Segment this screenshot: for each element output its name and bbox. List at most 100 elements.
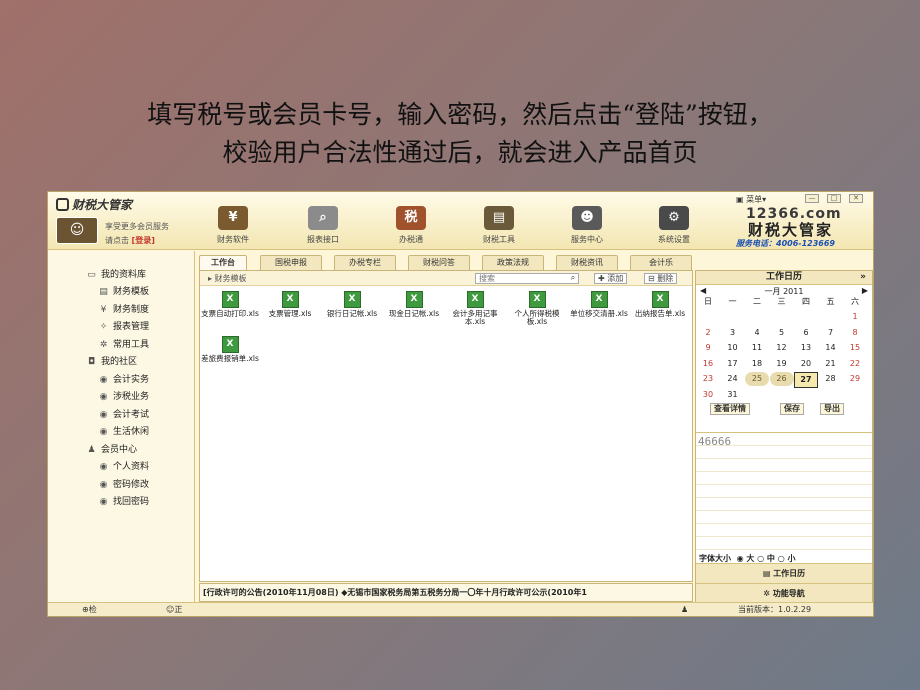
- calendar-day[interactable]: 8: [843, 326, 867, 340]
- calendar-day[interactable]: 18: [745, 357, 769, 371]
- font-size-label: 字体大小: [699, 554, 731, 563]
- radio-small[interactable]: ○ 小: [778, 554, 796, 563]
- toolbar-report-interface[interactable]: ⌕ 报表接口: [293, 206, 353, 245]
- calendar-day[interactable]: 14: [819, 341, 843, 355]
- calendar-day[interactable]: 28: [819, 372, 843, 386]
- sidebar-item-report-management[interactable]: ✧ 报表管理: [98, 319, 149, 332]
- calendar-day[interactable]: 23: [696, 372, 720, 386]
- status-bar: ⊕ 检查更新 ☺ 正在联网请求数据 ♟ 当前版本：1.0.2.29: [48, 602, 873, 616]
- calendar-day[interactable]: 6: [794, 326, 818, 340]
- search-input[interactable]: [475, 273, 579, 284]
- file-item[interactable]: X 支票自动打印.xls: [200, 291, 260, 318]
- sidebar-item-finance-templates[interactable]: ▤ 财务模板: [98, 284, 149, 297]
- export-button[interactable]: 导出: [820, 403, 844, 415]
- file-item[interactable]: X 现金日记帐.xls: [384, 291, 444, 318]
- sidebar-item-recover-password[interactable]: ◉ 找回密码: [98, 494, 149, 507]
- file-item[interactable]: X 银行日记帐.xls: [322, 291, 382, 318]
- calendar-day[interactable]: 11: [745, 341, 769, 355]
- tab-tax-qa[interactable]: 财税问答: [408, 255, 470, 270]
- sidebar-item-accounting-exam[interactable]: ◉ 会计考试: [98, 407, 149, 420]
- next-month-icon[interactable]: ▶: [862, 286, 868, 295]
- close-button[interactable]: ✕: [849, 194, 863, 203]
- tab-national-tax[interactable]: 国税申报: [260, 255, 322, 270]
- file-item[interactable]: X 差旅费报销单.xls: [200, 336, 260, 363]
- sidebar-item-my-community[interactable]: ◘ 我的社区: [86, 354, 137, 367]
- file-item[interactable]: X 单位移交清册.xls: [569, 291, 629, 318]
- radio-medium[interactable]: ○ 中: [757, 554, 775, 563]
- calendar-day[interactable]: 21: [819, 357, 843, 371]
- calendar-day[interactable]: 4: [745, 326, 769, 340]
- work-calendar-button[interactable]: ▤ 工作日历: [696, 563, 872, 583]
- calendar-day[interactable]: 30: [696, 388, 720, 402]
- calendar-day[interactable]: 16: [696, 357, 720, 371]
- view-detail-button[interactable]: 查看详情: [710, 403, 750, 415]
- calendar-day[interactable]: 24: [721, 372, 745, 386]
- sidebar-item-change-password[interactable]: ◉ 密码修改: [98, 477, 149, 490]
- save-button[interactable]: 保存: [780, 403, 804, 415]
- caption-line-2: 校验用户合法性通过后，就会进入产品首页: [222, 138, 698, 167]
- tab-tax-news[interactable]: 财税资讯: [556, 255, 618, 270]
- minimize-button[interactable]: —: [805, 194, 819, 203]
- sidebar-item-my-library[interactable]: ▭ 我的资料库: [86, 267, 146, 280]
- calendar-day[interactable]: 1: [843, 310, 867, 324]
- toolbar-finance-software[interactable]: ¥ 财务软件: [203, 206, 263, 245]
- calendar-day[interactable]: 26: [769, 372, 794, 386]
- file-name: 单位移交清册.xls: [570, 309, 628, 318]
- announcement-ticker[interactable]: [行政许可的公告(2010年11月08日) ◆无锡市国家税务局第五税务分局一〇年…: [199, 583, 693, 602]
- tab-policies[interactable]: 政策法规: [482, 255, 544, 270]
- sidebar-item-member-center[interactable]: ♟ 会员中心: [86, 442, 137, 455]
- calendar-day[interactable]: 2: [696, 326, 720, 340]
- calendar-day[interactable]: 29: [843, 372, 867, 386]
- sidebar-item-finance-rules[interactable]: ¥ 财务制度: [98, 302, 149, 315]
- sidebar-item-leisure[interactable]: ◉ 生活休闲: [98, 424, 149, 437]
- calendar-day[interactable]: 19: [770, 357, 794, 371]
- notes-area[interactable]: 46666: [696, 432, 872, 550]
- calendar-day[interactable]: 25: [745, 372, 769, 386]
- user-icon: ♟: [87, 445, 96, 455]
- function-nav-button[interactable]: ✲ 功能导航: [696, 583, 872, 603]
- expand-icon[interactable]: »: [860, 271, 866, 284]
- sidebar-item-tax-business[interactable]: ◉ 涉税业务: [98, 389, 149, 402]
- file-item[interactable]: X 个人所得税模板.xls: [507, 291, 567, 326]
- sidebar-item-profile[interactable]: ◉ 个人资料: [98, 459, 149, 472]
- file-item[interactable]: X 支票管理.xls: [260, 291, 320, 318]
- check-update-button[interactable]: ⊕ 检查更新: [82, 603, 97, 616]
- tab-accounting-fun[interactable]: 会计乐: [630, 255, 692, 270]
- calendar-day[interactable]: 13: [794, 341, 818, 355]
- maximize-button[interactable]: □: [827, 194, 841, 203]
- calendar-day[interactable]: 20: [794, 357, 818, 371]
- add-button[interactable]: ✚ 添加: [594, 273, 628, 284]
- tab-workbench[interactable]: 工作台: [199, 255, 247, 270]
- sidebar-item-tools[interactable]: ✲ 常用工具: [98, 337, 149, 350]
- menu-dropdown[interactable]: ▣ 菜单▾: [736, 194, 766, 205]
- calendar-day[interactable]: 17: [721, 357, 745, 371]
- calendar-day[interactable]: 3: [721, 326, 745, 340]
- calendar-day[interactable]: 10: [721, 341, 745, 355]
- tab-tax-column[interactable]: 办税专栏: [334, 255, 396, 270]
- delete-button[interactable]: ⊟ 删除: [644, 273, 678, 284]
- calendar-day[interactable]: 31: [721, 388, 745, 402]
- toolbar-tax-service[interactable]: 税办税通: [381, 206, 441, 245]
- avatar[interactable]: ☺: [56, 217, 98, 244]
- dot-icon: ◉: [99, 427, 108, 437]
- calendar-day[interactable]: 9: [696, 341, 720, 355]
- toolbar-tax-tools[interactable]: ▤ 财税工具: [469, 206, 529, 245]
- weekday-label: 三: [777, 297, 786, 306]
- search-icon[interactable]: ⌕: [567, 273, 579, 284]
- file-item[interactable]: X 出纳报告单.xls: [630, 291, 690, 318]
- breadcrumb[interactable]: ▸ 财务模板: [208, 273, 247, 284]
- toolbar-system-settings[interactable]: ⚙ 系统设置: [644, 206, 704, 245]
- tool-icon: ✲: [99, 340, 108, 350]
- calendar-day[interactable]: 15: [843, 341, 867, 355]
- calendar-day-today[interactable]: 27: [794, 372, 818, 388]
- sidebar-item-accounting-practice[interactable]: ◉ 会计实务: [98, 372, 149, 385]
- calendar-day[interactable]: 22: [843, 357, 867, 371]
- radio-large[interactable]: ◉ 大: [737, 554, 755, 563]
- dot-icon: ◉: [99, 375, 108, 385]
- calendar-day[interactable]: 7: [819, 326, 843, 340]
- toolbar-service-center[interactable]: ☻ 服务中心: [557, 206, 617, 245]
- login-link[interactable]: [登录]: [132, 236, 155, 245]
- file-item[interactable]: X 会计多用记事本.xls: [445, 291, 505, 326]
- calendar-day[interactable]: 12: [770, 341, 794, 355]
- calendar-day[interactable]: 5: [770, 326, 794, 340]
